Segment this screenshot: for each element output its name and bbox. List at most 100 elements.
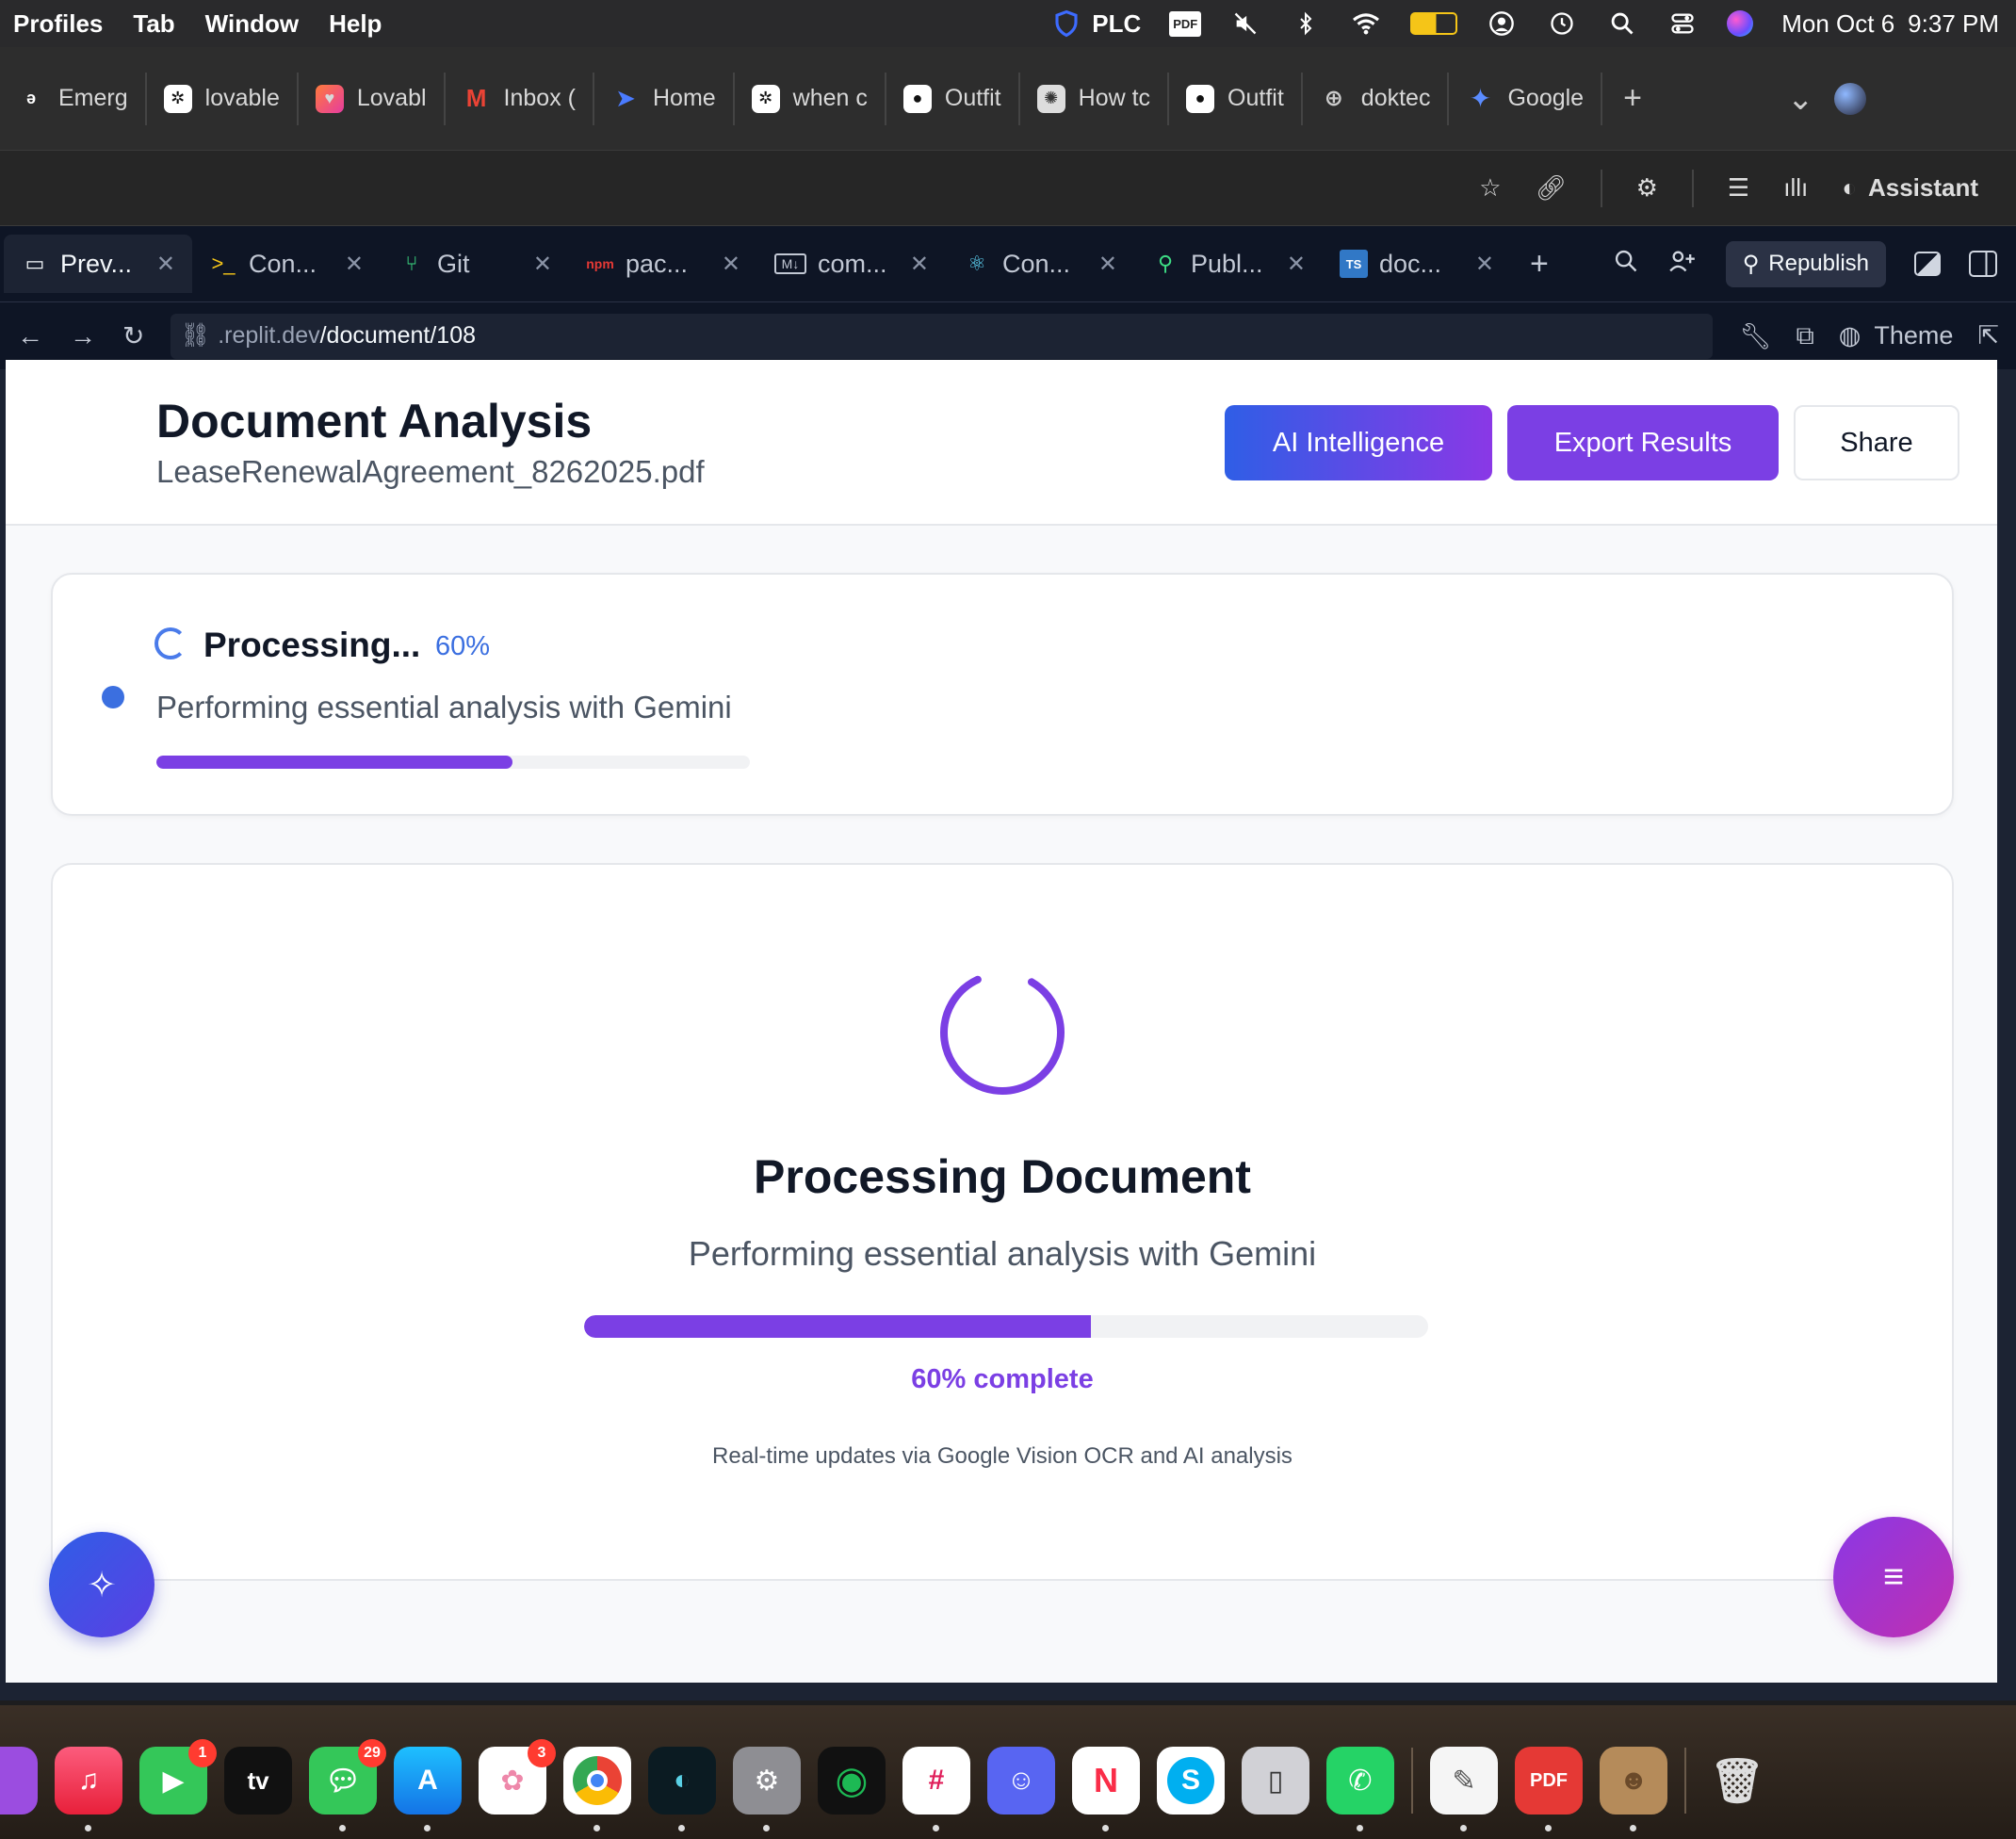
replit-tab-packages[interactable]: npm pac... ✕: [569, 235, 757, 293]
outfit-icon: ●: [1186, 84, 1215, 113]
iphone-mirroring-icon[interactable]: ▯: [1242, 1747, 1309, 1815]
menu-fab[interactable]: ≡: [1833, 1517, 1954, 1637]
chevron-down-icon[interactable]: ⌄: [1766, 80, 1835, 118]
assistant-button[interactable]: ◐ Assistant: [1842, 173, 1978, 203]
pdf-expert-icon[interactable]: PDF: [1515, 1747, 1583, 1831]
close-icon[interactable]: ✕: [910, 251, 929, 278]
replit-tab-markdown[interactable]: M↓ com... ✕: [757, 235, 946, 293]
url-field[interactable]: ⛓ .replit.dev/document/108: [171, 313, 1714, 359]
clock[interactable]: Mon Oct 6 9:37 PM: [1781, 9, 1999, 39]
menu-help[interactable]: Help: [329, 9, 382, 39]
app-c-icon[interactable]: ◐: [648, 1747, 716, 1831]
bluetooth-icon[interactable]: [1290, 9, 1322, 38]
close-icon[interactable]: ✕: [722, 251, 740, 278]
voice-icon[interactable]: ıllı: [1783, 173, 1808, 203]
spotlight-search-icon[interactable]: [1606, 9, 1638, 38]
close-icon[interactable]: ✕: [1475, 251, 1494, 278]
browser-tab[interactable]: ⊕ doktec: [1303, 72, 1450, 125]
browser-tab[interactable]: ✦ Google: [1449, 72, 1603, 125]
apple-tv-icon[interactable]: tv: [224, 1747, 292, 1815]
browser-tab[interactable]: ● Outfit: [886, 72, 1020, 125]
close-icon[interactable]: ✕: [156, 251, 175, 278]
new-tab-plus-icon[interactable]: +: [1602, 80, 1663, 117]
replit-tab-publish[interactable]: ⚲ Publ... ✕: [1134, 235, 1323, 293]
system-settings-icon[interactable]: ⚙: [733, 1747, 801, 1831]
export-results-button[interactable]: Export Results: [1507, 405, 1779, 480]
news-icon[interactable]: N: [1072, 1747, 1140, 1831]
podcasts-partial-icon[interactable]: [0, 1747, 38, 1815]
reader-icon[interactable]: ☰: [1728, 173, 1749, 203]
devices-icon[interactable]: ⧉: [1796, 321, 1813, 351]
control-center-icon[interactable]: [1666, 9, 1699, 38]
replit-tab-preview[interactable]: ▭ Prev... ✕: [4, 235, 192, 293]
battery-icon[interactable]: [1410, 12, 1458, 35]
lovable-icon: ✲: [163, 84, 192, 113]
ai-intelligence-button[interactable]: AI Intelligence: [1225, 405, 1492, 480]
menu-profiles[interactable]: Profiles: [13, 9, 103, 39]
trash-icon[interactable]: 🗑︎: [1703, 1747, 1771, 1815]
forward-arrow-icon[interactable]: →: [70, 321, 96, 351]
music-icon[interactable]: ♫: [55, 1747, 122, 1831]
ai-sparkle-fab[interactable]: ✧: [49, 1532, 154, 1637]
browser-tab[interactable]: ● Outfit: [1169, 72, 1303, 125]
browser-tab[interactable]: ə Emerg: [0, 72, 147, 125]
link-icon[interactable]: 🔗︎: [1536, 173, 1567, 203]
photos-icon[interactable]: ✿ 3: [479, 1739, 556, 1815]
replit-tab-console[interactable]: >_ Con... ✕: [192, 235, 381, 293]
app-store-icon[interactable]: A: [394, 1747, 462, 1831]
browser-tab[interactable]: ➤ Home: [594, 72, 735, 125]
wifi-icon[interactable]: [1350, 9, 1382, 38]
replit-tab-document[interactable]: TS doc... ✕: [1323, 235, 1511, 293]
skype-icon[interactable]: S: [1157, 1747, 1225, 1815]
facetime-icon[interactable]: ▶ 1: [139, 1739, 217, 1815]
replit-tab-git[interactable]: ⑂ Git ✕: [381, 235, 569, 293]
browser-tab[interactable]: M Inbox (: [446, 72, 594, 125]
menu-window[interactable]: Window: [205, 9, 299, 39]
close-icon[interactable]: ✕: [345, 251, 364, 278]
add-tab-plus-icon[interactable]: +: [1530, 246, 1549, 283]
share-button[interactable]: Share: [1794, 405, 1959, 480]
profile-globe-icon[interactable]: [1834, 82, 1867, 115]
browser-tab[interactable]: ♥ Lovabl: [299, 72, 446, 125]
publish-icon: ⚲: [1742, 251, 1760, 277]
republish-button[interactable]: ⚲ Republish: [1725, 240, 1886, 287]
large-spinner-icon: [940, 970, 1065, 1095]
chrome-icon[interactable]: [563, 1747, 631, 1831]
close-icon[interactable]: ✕: [533, 251, 552, 278]
popout-icon[interactable]: [1914, 252, 1941, 276]
search-icon[interactable]: [1613, 248, 1639, 281]
discord-icon[interactable]: ☺: [987, 1747, 1055, 1815]
messages-icon[interactable]: 💬︎ 29: [309, 1739, 386, 1831]
contacts-icon[interactable]: ☻: [1600, 1747, 1667, 1831]
open-external-icon[interactable]: ⇱: [1977, 321, 1999, 350]
back-arrow-icon[interactable]: ←: [17, 321, 43, 351]
processing-document-title: Processing Document: [754, 1150, 1251, 1203]
user-circle-icon[interactable]: [1486, 9, 1518, 38]
claude-icon: ✺: [1036, 84, 1065, 113]
slack-icon[interactable]: #: [902, 1747, 970, 1831]
browser-tab[interactable]: ✲ lovable: [147, 72, 299, 125]
split-panel-icon[interactable]: [1969, 251, 1997, 277]
browser-tab[interactable]: ✺ How tc: [1020, 72, 1170, 125]
reload-icon[interactable]: ↻: [122, 320, 144, 351]
time-machine-icon[interactable]: [1546, 9, 1578, 38]
close-icon[interactable]: ✕: [1098, 251, 1117, 278]
siri-icon[interactable]: [1727, 10, 1754, 37]
palette-icon[interactable]: ◍ Theme: [1839, 321, 1954, 350]
publish-icon: ⚲: [1157, 252, 1174, 275]
clock-date: Mon Oct 6: [1781, 8, 1895, 38]
browser-tab[interactable]: ✲ when c: [735, 72, 886, 125]
replit-tab-react[interactable]: ⚛ Con... ✕: [946, 235, 1134, 293]
mute-icon[interactable]: [1229, 9, 1261, 38]
invite-user-icon[interactable]: [1667, 248, 1698, 281]
textedit-icon[interactable]: ✎: [1430, 1747, 1498, 1831]
whatsapp-icon[interactable]: ✆: [1326, 1747, 1394, 1831]
star-icon[interactable]: ☆: [1479, 173, 1501, 203]
extensions-icon[interactable]: ⚙: [1636, 173, 1658, 203]
close-icon[interactable]: ✕: [1287, 251, 1306, 278]
spotify-icon[interactable]: ◉: [818, 1747, 886, 1815]
wrench-icon[interactable]: 🔧︎: [1739, 321, 1771, 351]
menu-tab[interactable]: Tab: [133, 9, 174, 39]
vpn-status[interactable]: PLC: [1050, 9, 1141, 39]
pdf-menu-icon[interactable]: PDF: [1169, 10, 1202, 37]
